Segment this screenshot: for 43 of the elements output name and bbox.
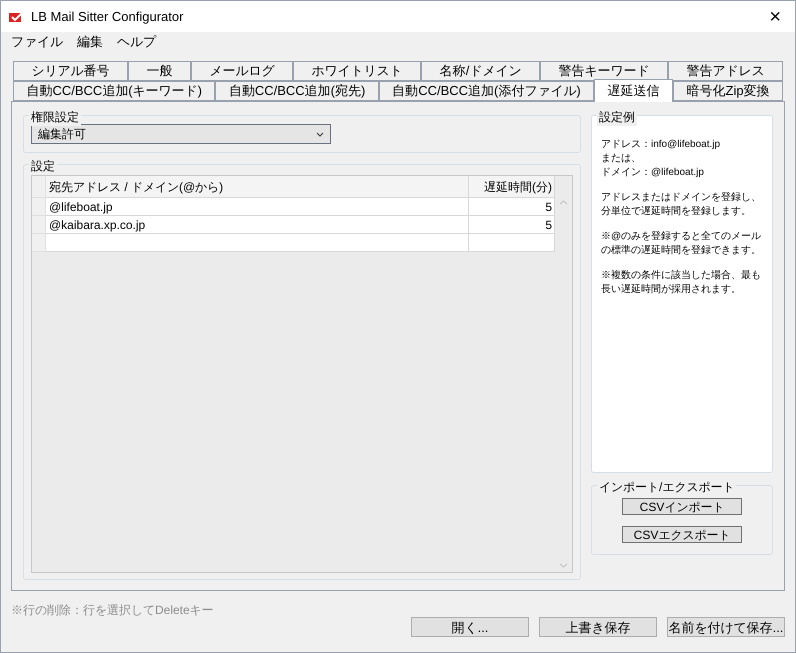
row-header[interactable] (32, 216, 46, 234)
help-text: ドメイン：@lifeboat.jp (601, 166, 705, 180)
tab[interactable]: メールログ (191, 61, 294, 81)
help-text: 分単位で遅延時間を登録します。 (601, 205, 752, 219)
permission-dropdown[interactable]: 編集許可 (31, 124, 331, 144)
menu-item[interactable]: ファイル (11, 32, 63, 52)
scroll-up-icon[interactable] (559, 200, 568, 205)
help-text: ※@のみを登録すると全てのメールの標準の遅延時間を登録できます。 (601, 230, 762, 258)
chevron-down-icon (316, 132, 324, 136)
scroll-down-icon[interactable] (559, 563, 568, 568)
tab[interactable]: 遅延送信 (594, 79, 674, 102)
footer-button[interactable]: 上書き保存 (539, 617, 657, 637)
help-text: アドレス：info@lifeboat.jp (601, 138, 722, 152)
tab[interactable]: 暗号化Zip変換 (673, 81, 784, 101)
window-title: LB Mail Sitter Configurator (31, 8, 184, 26)
tab[interactable]: シリアル番号 (13, 61, 128, 81)
row-header[interactable] (32, 198, 46, 216)
column-header: 遅延時間(分) (469, 176, 555, 198)
tab[interactable]: 警告キーワード (540, 61, 668, 81)
help-text: または、 (601, 152, 642, 166)
footer-button[interactable]: 名前を付けて保存... (667, 617, 785, 637)
row-header[interactable] (32, 234, 46, 252)
tab[interactable]: 名称/ドメイン (421, 61, 540, 81)
menu-item[interactable]: ヘルプ (117, 32, 156, 52)
help-text: ※複数の条件に該当した場合、最も長い遅延時間が採用されます。 (601, 269, 762, 297)
tab[interactable]: ホワイトリスト (293, 61, 422, 81)
group-title: 設定 (29, 157, 57, 175)
hint-text: ※行の削除：行を選択してDeleteキー (11, 602, 214, 619)
tab[interactable]: 自動CC/BCC追加(キーワード) (13, 81, 216, 101)
tab[interactable]: 自動CC/BCC追加(添付ファイル) (378, 81, 594, 101)
column-header: 宛先アドレス / ドメイン(@から) (46, 176, 469, 198)
csv-button[interactable]: CSVインポート (622, 498, 742, 515)
csv-button[interactable]: CSVエクスポート (622, 526, 742, 543)
row-header[interactable] (32, 176, 46, 198)
help-text: アドレスまたはドメインを登録し、 (601, 191, 762, 205)
menu-item[interactable]: 編集 (77, 32, 103, 52)
dropdown-value: 編集許可 (38, 126, 86, 143)
tab[interactable]: 一般 (128, 61, 192, 81)
footer-button[interactable]: 開く... (411, 617, 529, 637)
tab[interactable]: 自動CC/BCC追加(宛先) (215, 81, 379, 101)
tab[interactable]: 警告アドレス (668, 61, 783, 81)
group-title: 権限設定 (29, 108, 81, 126)
group-title: 設定例 (597, 108, 637, 126)
